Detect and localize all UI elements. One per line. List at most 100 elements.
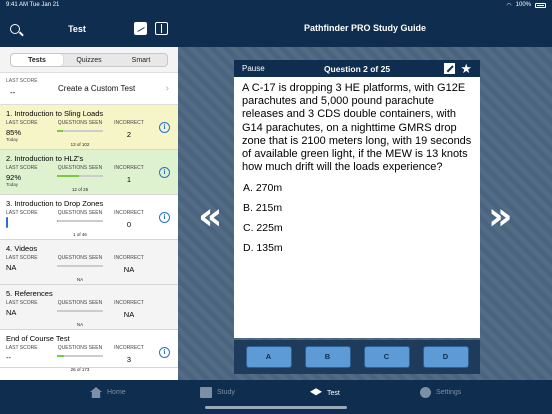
item-seen-cell: NA — [50, 263, 110, 286]
item-title: 4. Videos — [6, 244, 38, 253]
status-time: 9:41 AM — [6, 2, 29, 8]
item-questions-seen: 26 of 173 — [70, 367, 90, 372]
answer-button-a[interactable]: A — [245, 346, 292, 368]
item-questions-seen: 12 of 25 — [71, 187, 89, 192]
segment-control: Tests Quizzes Smart — [10, 53, 168, 67]
home-indicator — [205, 406, 347, 409]
item-score-cell: 92% Today — [6, 173, 50, 196]
segment-smart[interactable]: Smart — [115, 54, 167, 66]
item-incorrect: NA — [123, 265, 135, 274]
progress-bar — [57, 175, 103, 177]
test-list-item[interactable]: 3. Introduction to Drop Zones LAST SCORE Q… — [0, 195, 178, 240]
tab-test-label: Test — [327, 389, 340, 397]
create-last-score-label: LAST SCORE — [6, 78, 38, 84]
tab-home[interactable]: Home — [90, 387, 126, 398]
progress-fill — [57, 130, 63, 132]
segment-tests[interactable]: Tests — [11, 54, 63, 66]
info-icon[interactable]: i — [159, 167, 170, 178]
item-last-score: 85% — [6, 128, 22, 137]
col-last-score: LAST SCORE — [6, 120, 38, 126]
item-score-cell: -- — [6, 353, 50, 376]
item-seen-cell: 26 of 173 — [50, 353, 110, 376]
answer-c[interactable]: C. 225m — [234, 218, 480, 238]
create-custom-test-row[interactable]: LAST SCORE -- Create a Custom Test › — [0, 73, 178, 105]
wifi-icon: ◠ — [506, 2, 512, 9]
col-incorrect: INCORRECT — [114, 345, 144, 351]
item-title: End of Course Test — [6, 334, 70, 343]
progress-fill — [57, 175, 80, 177]
info-icon[interactable]: i — [159, 347, 170, 358]
item-incorrect: 1 — [126, 175, 132, 184]
search-icon[interactable] — [10, 23, 20, 34]
item-score-date: Today — [6, 137, 19, 142]
progress-fill — [57, 220, 58, 222]
tab-home-label: Home — [107, 389, 126, 396]
answer-a[interactable]: A. 270m — [234, 178, 480, 198]
test-list-item[interactable]: 5. References LAST SCORE QUESTIONS SEEN INC… — [0, 285, 178, 330]
tab-settings[interactable]: Settings — [420, 387, 461, 398]
progress-bar — [57, 265, 103, 267]
sidebar: Test Tests Quizzes Smart LAST SCORE -- C… — [0, 10, 178, 380]
col-incorrect: INCORRECT — [114, 210, 144, 216]
segment-control-wrap: Tests Quizzes Smart — [0, 47, 178, 73]
status-bar: 9:41 AM Tue Jan 21 ◠ 100% — [0, 0, 552, 10]
progress-chart-icon[interactable] — [134, 22, 147, 35]
info-icon[interactable]: i — [159, 212, 170, 223]
item-seen-cell: 1 of 46 — [50, 218, 110, 241]
col-questions-seen: QUESTIONS SEEN — [57, 120, 103, 126]
answer-b[interactable]: B. 215m — [234, 198, 480, 218]
test-icon — [310, 388, 322, 396]
star-icon[interactable]: ★ — [460, 62, 472, 75]
col-questions-seen: QUESTIONS SEEN — [57, 165, 103, 171]
item-incorrect: 2 — [126, 130, 132, 139]
book-icon[interactable] — [155, 22, 168, 35]
answer-button-c[interactable]: C — [363, 346, 410, 368]
item-score-cell: NA — [6, 308, 50, 331]
segment-quizzes[interactable]: Quizzes — [63, 54, 115, 66]
answer-button-row: A B C D — [234, 340, 480, 374]
col-incorrect: INCORRECT — [114, 300, 144, 306]
test-list-item[interactable]: 4. Videos LAST SCORE QUESTIONS SEEN INCORRE… — [0, 240, 178, 285]
item-score-cell: 85% Today — [6, 128, 50, 151]
question-number: Question 2 of 25 — [323, 63, 391, 74]
col-questions-seen: QUESTIONS SEEN — [57, 300, 103, 306]
item-incorrect: NA — [123, 310, 135, 319]
note-edit-icon[interactable] — [444, 63, 456, 74]
item-score-cell: NA — [6, 263, 50, 286]
test-list-item[interactable]: 2. Introduction to HLZ's LAST SCORE QUESTI… — [0, 150, 178, 195]
col-incorrect: INCORRECT — [114, 255, 144, 261]
item-title: 2. Introduction to HLZ's — [6, 154, 84, 163]
sidebar-title: Test — [68, 23, 86, 34]
item-last-score: -- — [6, 353, 11, 362]
item-incorrect: 0 — [126, 220, 132, 229]
question-card-header: Pause Question 2 of 25 ★ — [234, 60, 480, 77]
previous-question-button[interactable]: « — [198, 196, 222, 236]
info-icon[interactable]: i — [159, 122, 170, 133]
item-score-cell — [6, 217, 50, 241]
sidebar-header: Test — [0, 10, 178, 47]
settings-icon — [420, 387, 431, 398]
item-questions-seen: 13 of 102 — [70, 142, 90, 147]
answer-button-d[interactable]: D — [422, 346, 469, 368]
item-title: 1. Introduction to Sling Loads — [6, 109, 104, 118]
next-question-button[interactable]: » — [488, 196, 512, 236]
test-list-item[interactable]: 1. Introduction to Sling Loads LAST SCORE… — [0, 105, 178, 150]
progress-bar — [57, 220, 103, 222]
test-list-item[interactable]: End of Course Test LAST SCORE QUESTIONS SE… — [0, 330, 178, 372]
battery-icon — [535, 2, 546, 8]
col-questions-seen: QUESTIONS SEEN — [57, 210, 103, 216]
col-questions-seen: QUESTIONS SEEN — [57, 345, 103, 351]
answer-button-b[interactable]: B — [304, 346, 351, 368]
answer-d[interactable]: D. 135m — [234, 238, 480, 258]
item-title: 3. Introduction to Drop Zones — [6, 199, 104, 208]
item-score-date: Today — [6, 182, 19, 187]
tab-test[interactable]: Test — [310, 387, 340, 399]
main-panel: Pathfinder PRO Study Guide « » Pause Que… — [178, 10, 552, 380]
item-incorrect: 3 — [126, 355, 132, 364]
status-date: Tue Jan 21 — [29, 2, 60, 8]
item-title: 5. References — [6, 289, 53, 298]
tab-study[interactable]: Study — [200, 387, 235, 398]
pause-button[interactable]: Pause — [242, 64, 265, 73]
item-last-score: NA — [6, 263, 17, 272]
tab-study-label: Study — [217, 389, 235, 396]
